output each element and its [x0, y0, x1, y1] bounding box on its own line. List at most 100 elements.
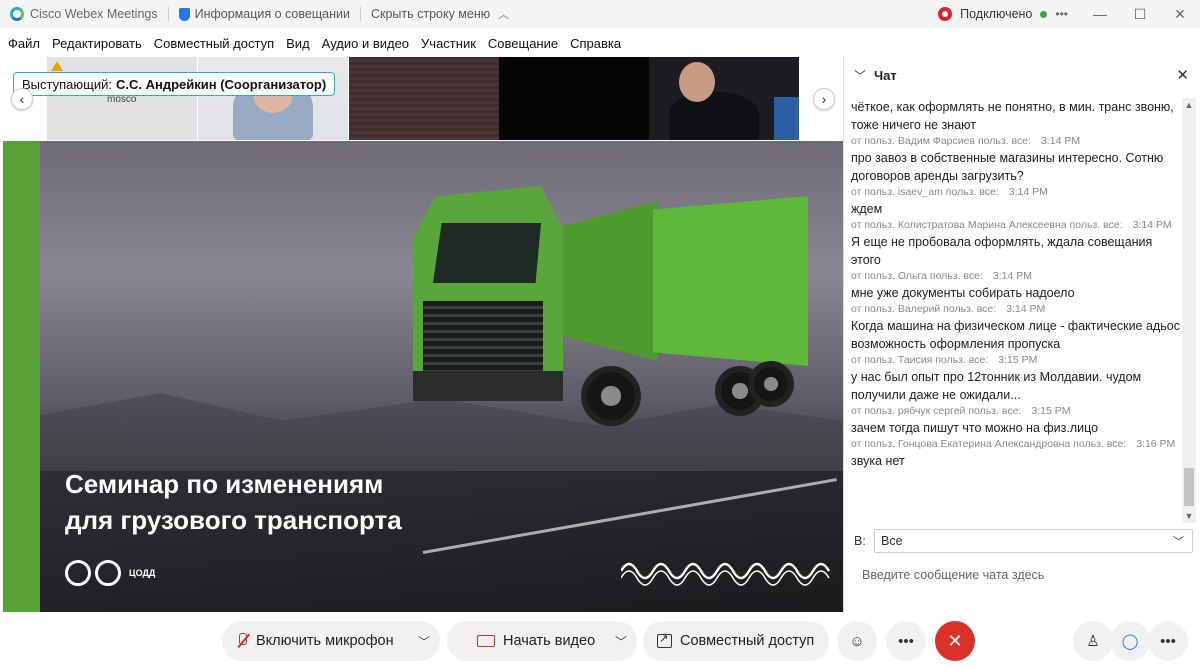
record-icon[interactable]: [938, 7, 953, 21]
more-icon: •••: [898, 632, 914, 650]
meeting-info-button[interactable]: Информация о совещании: [195, 7, 350, 21]
message-text: ждем: [851, 202, 883, 216]
share-label: Совместный доступ: [680, 633, 815, 649]
slide-title-line: Семинар по изменениям: [65, 469, 384, 499]
close-icon: ✕: [947, 630, 963, 651]
message-text: у нас был опыт про 12тонник из Молдавии.…: [851, 370, 1142, 402]
chat-header[interactable]: ﹀ Чат ✕: [844, 56, 1200, 94]
truck-wheel: [581, 366, 641, 426]
hide-menu-button[interactable]: Скрыть строку меню: [371, 7, 490, 21]
message-meta: от польз. рябчук сергей польз. все: 3:15 …: [851, 404, 1181, 418]
message-time: 3:15 PM: [998, 354, 1038, 366]
message-text: Я еще не пробовала оформлять, ждала сове…: [851, 235, 1153, 267]
chevron-right-icon: ›: [821, 91, 827, 107]
app-name: Cisco Webex Meetings: [30, 7, 158, 21]
chevron-up-icon[interactable]: ︿: [498, 6, 509, 22]
menu-participant[interactable]: Участник: [415, 36, 482, 51]
chat-message: ждем от польз. Колистратова Марина Алекс…: [851, 200, 1181, 232]
minimize-button[interactable]: —: [1080, 6, 1120, 22]
chat-button[interactable]: ◯: [1110, 621, 1150, 661]
menu-file[interactable]: Файл: [0, 36, 46, 51]
logo-mark-icon: [65, 560, 91, 586]
truck-windshield: [433, 223, 541, 283]
message-meta: от польз. Ольга польз. все: 3:14 PM: [851, 269, 1181, 283]
message-sender: от польз. Валерий польз. все:: [851, 303, 997, 315]
status-dot-icon: [1040, 10, 1048, 18]
video-thumbnail[interactable]: [649, 57, 799, 140]
share-button[interactable]: Совместный доступ: [643, 621, 829, 661]
scroll-thumb[interactable]: [1184, 468, 1194, 506]
chat-message: Я еще не пробовала оформлять, ждала сове…: [851, 233, 1181, 283]
menu-edit[interactable]: Редактировать: [46, 36, 148, 51]
smiley-icon: ☺: [849, 632, 865, 650]
active-speaker-label: Выступающий: С.С. Андрейкин (Соорганизат…: [13, 72, 336, 96]
message-sender: от польз. isaev_am польз. все:: [851, 186, 999, 198]
close-window-button[interactable]: ✕: [1160, 6, 1200, 23]
start-video-label: Начать видео: [503, 633, 596, 649]
video-thumbnail[interactable]: mosco: [47, 57, 197, 140]
connection-status: Подключено: [960, 7, 1033, 21]
chevron-left-icon: ‹: [19, 91, 25, 107]
chat-message: зачем тогда пишут что можно на физ.лицо …: [851, 419, 1181, 451]
video-thumbnail[interactable]: [499, 57, 649, 140]
message-meta: от польз. Валерий польз. все: 3:14 PM: [851, 302, 1181, 316]
chevron-down-icon: ﹀: [1173, 536, 1184, 548]
scroll-down-icon[interactable]: ▼: [1182, 509, 1196, 523]
slide-title: Семинар по изменениям для грузового тран…: [65, 466, 402, 538]
chat-message-input[interactable]: Введите сообщение чата здесь: [862, 568, 1044, 582]
message-meta: от польз. Вадим Фарсиев польз. все: 3:14 …: [851, 134, 1181, 148]
chat-bubble-icon: ◯: [1121, 633, 1139, 650]
end-meeting-button[interactable]: ✕: [935, 621, 975, 661]
menu-audio-video[interactable]: Аудио и видео: [316, 36, 415, 51]
speaker-name: С.С. Андрейкин (Соорганизатор): [115, 76, 327, 92]
participants-button[interactable]: ♙: [1073, 621, 1113, 661]
menu-help[interactable]: Справка: [564, 36, 627, 51]
unmute-button[interactable]: Включить микрофон ﹀: [222, 621, 440, 661]
more-options-button[interactable]: •••: [1055, 7, 1068, 21]
video-thumbnail[interactable]: [349, 57, 499, 140]
divider: [167, 7, 169, 21]
recipient-select[interactable]: Все ﹀: [874, 529, 1193, 553]
message-sender: от польз. Таисия польз. все:: [851, 354, 989, 366]
chat-message: звука нет: [851, 452, 1181, 470]
more-panels-button[interactable]: •••: [1148, 621, 1188, 661]
microphone-muted-icon: [236, 632, 248, 650]
chat-scrollbar[interactable]: ▲ ▼: [1182, 98, 1196, 523]
more-options-button[interactable]: •••: [886, 621, 926, 661]
more-icon: •••: [1160, 632, 1176, 650]
strip-prev-button[interactable]: ‹: [11, 88, 33, 110]
message-sender: от польз. Вадим Фарсиев польз. все:: [851, 135, 1031, 147]
truck-trailer: [653, 196, 808, 366]
recipient-value: Все: [881, 534, 903, 548]
brand-logo: ЦОДД: [65, 560, 155, 586]
message-text: чёткое, как оформлять не понятно, в мин.…: [851, 100, 1174, 132]
brand-text: ЦОДД: [129, 568, 156, 578]
chevron-down-icon[interactable]: ﹀: [418, 633, 430, 650]
maximize-button[interactable]: ☐: [1120, 6, 1160, 23]
message-sender: от польз. Колистратова Марина Алексеевна…: [851, 219, 1123, 231]
strip-next-button[interactable]: ›: [813, 88, 835, 110]
shared-content: Семинар по изменениям для грузового тран…: [3, 141, 843, 612]
message-time: 3:15 PM: [1031, 405, 1071, 417]
participant-video: [669, 92, 759, 140]
chevron-down-icon[interactable]: ﹀: [615, 633, 627, 650]
reactions-button[interactable]: ☺: [837, 621, 877, 661]
menu-share[interactable]: Совместный доступ: [148, 36, 280, 51]
message-text: про завоз в собственные магазины интерес…: [851, 151, 1164, 183]
message-text: звука нет: [851, 454, 905, 468]
scroll-up-icon[interactable]: ▲: [1182, 98, 1196, 112]
wave-ornament-icon: [621, 562, 831, 586]
slide-title-line: для грузового транспорта: [65, 505, 402, 535]
chat-message: у нас был опыт про 12тонник из Молдавии.…: [851, 368, 1181, 418]
chevron-down-icon[interactable]: ﹀: [854, 67, 866, 84]
video-thumbnail[interactable]: [198, 57, 348, 140]
message-sender: от польз. рябчук сергей польз. все:: [851, 405, 1022, 417]
chat-message: про завоз в собственные магазины интерес…: [851, 149, 1181, 199]
start-video-button[interactable]: Начать видео ﹀: [447, 621, 637, 661]
divider: [359, 7, 361, 21]
menu-view[interactable]: Вид: [280, 36, 316, 51]
menu-meeting[interactable]: Совещание: [482, 36, 564, 51]
close-icon[interactable]: ✕: [1176, 66, 1189, 84]
chat-message-list[interactable]: чёткое, как оформлять не понятно, в мин.…: [851, 98, 1181, 523]
message-time: 3:14 PM: [1040, 135, 1081, 147]
